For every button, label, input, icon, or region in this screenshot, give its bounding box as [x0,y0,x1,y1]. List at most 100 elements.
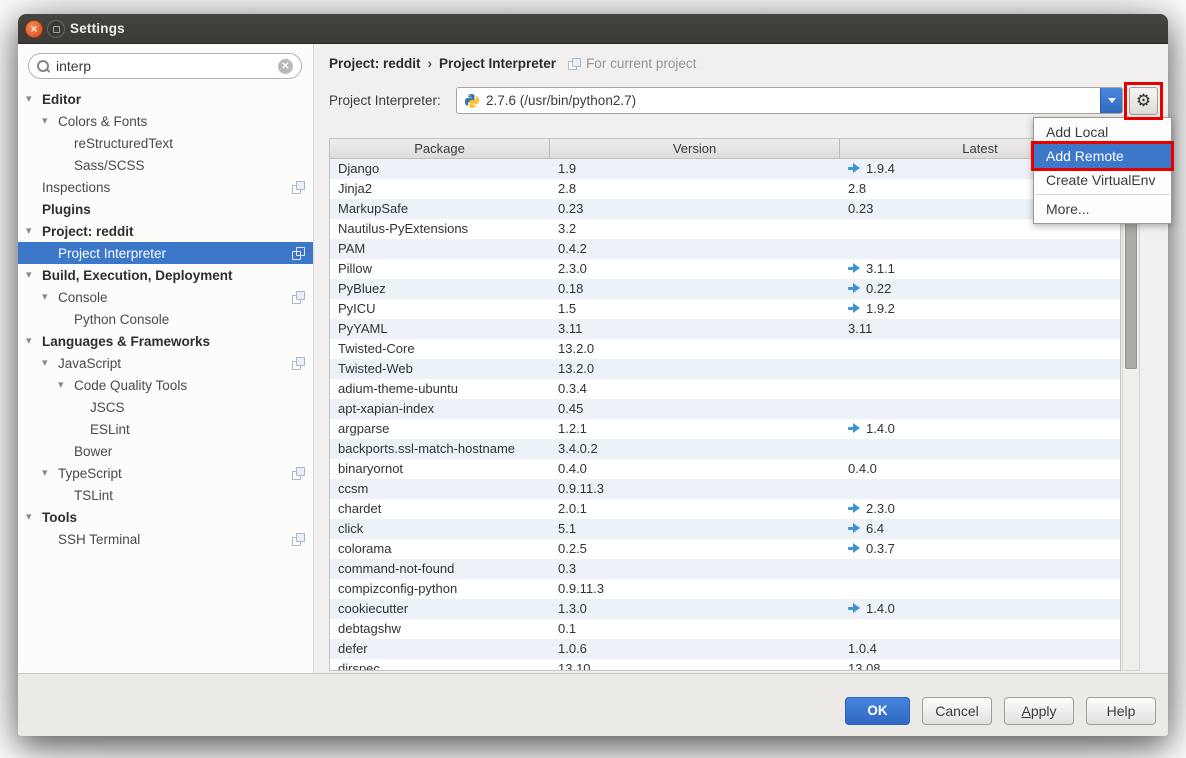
sidebar-item-python-console[interactable]: Python Console [18,308,313,330]
table-row[interactable]: click5.16.4 [330,519,1120,539]
breadcrumb-page: Project Interpreter [439,56,556,71]
table-row[interactable]: argparse1.2.11.4.0 [330,419,1120,439]
sidebar-item-bower[interactable]: Bower [18,440,313,462]
interpreter-dropdown-button[interactable] [1100,87,1123,114]
latest-cell [840,439,1120,459]
close-button[interactable]: × [25,20,43,38]
table-row[interactable]: PyICU1.51.9.2 [330,299,1120,319]
menu-item-add-local[interactable]: Add Local [1034,120,1171,144]
sidebar-item-project-reddit[interactable]: ▾Project: reddit [18,220,313,242]
sidebar-item-editor[interactable]: ▾Editor [18,88,313,110]
copy-settings-icon [292,467,304,479]
table-body: Django1.91.9.4Jinja22.82.8MarkupSafe0.23… [330,159,1120,671]
sidebar-item-code-quality-tools[interactable]: ▾Code Quality Tools [18,374,313,396]
table-row[interactable]: MarkupSafe0.230.23 [330,199,1120,219]
sidebar-item-console[interactable]: ▾Console [18,286,313,308]
sidebar-item-build-execution-deployment[interactable]: ▾Build, Execution, Deployment [18,264,313,286]
table-row[interactable]: Twisted-Core13.2.0 [330,339,1120,359]
version-cell: 0.2.5 [550,539,840,559]
table-row[interactable]: debtagshw0.1 [330,619,1120,639]
sidebar-item-typescript[interactable]: ▾TypeScript [18,462,313,484]
table-row[interactable]: dirspec13.1013.08 [330,659,1120,671]
table-row[interactable]: chardet2.0.12.3.0 [330,499,1120,519]
sidebar-item-label: Inspections [42,180,110,195]
column-header-package[interactable]: Package [330,139,550,158]
table-row[interactable]: Django1.91.9.4 [330,159,1120,179]
clear-search-icon[interactable]: ✕ [278,59,293,74]
expand-arrow-icon[interactable]: ▾ [26,220,42,242]
packages-table[interactable]: PackageVersionLatest Django1.91.9.4Jinja… [329,138,1121,671]
sidebar-item-languages-frameworks[interactable]: ▾Languages & Frameworks [18,330,313,352]
sidebar-item-tslint[interactable]: TSLint [18,484,313,506]
sidebar-item-label: Build, Execution, Deployment [42,268,233,283]
menu-item-create-virtualenv[interactable]: Create VirtualEnv [1034,168,1171,192]
table-row[interactable]: Jinja22.82.8 [330,179,1120,199]
sidebar-item-project-interpreter[interactable]: Project Interpreter [18,242,313,264]
latest-cell [840,619,1120,639]
sidebar-item-colors-fonts[interactable]: ▾Colors & Fonts [18,110,313,132]
interpreter-combobox[interactable]: 2.7.6 (/usr/bin/python2.7) [456,87,1123,114]
expand-arrow-icon[interactable]: ▾ [42,286,58,308]
sidebar-item-plugins[interactable]: Plugins [18,198,313,220]
sidebar-item-tools[interactable]: ▾Tools [18,506,313,528]
sidebar-item-ssh-terminal[interactable]: SSH Terminal [18,528,313,550]
expand-arrow-icon[interactable]: ▾ [58,374,74,396]
version-cell: 13.2.0 [550,339,840,359]
title-bar[interactable]: × Settings [18,14,1168,44]
table-row[interactable]: apt-xapian-index0.45 [330,399,1120,419]
table-row[interactable]: backports.ssl-match-hostname3.4.0.2 [330,439,1120,459]
table-row[interactable]: compizconfig-python0.9.11.3 [330,579,1120,599]
gear-button[interactable]: ⚙ [1129,87,1158,115]
sidebar-item-jscs[interactable]: JSCS [18,396,313,418]
expand-arrow-icon[interactable]: ▾ [26,330,42,352]
expand-arrow-icon[interactable]: ▾ [42,110,58,132]
sidebar-item-restructuredtext[interactable]: reStructuredText [18,132,313,154]
table-row[interactable]: command-not-found0.3 [330,559,1120,579]
latest-cell [840,339,1120,359]
table-row[interactable]: Pillow2.3.03.1.1 [330,259,1120,279]
table-row[interactable]: cookiecutter1.3.01.4.0 [330,599,1120,619]
sidebar-item-sass-scss[interactable]: Sass/SCSS [18,154,313,176]
expand-arrow-icon[interactable]: ▾ [42,462,58,484]
expand-arrow-icon[interactable]: ▾ [42,352,58,374]
table-row[interactable]: defer1.0.61.0.4 [330,639,1120,659]
sidebar-item-inspections[interactable]: Inspections [18,176,313,198]
python-icon [464,93,480,109]
menu-item-more[interactable]: More... [1034,197,1171,221]
table-row[interactable]: ccsm0.9.11.3 [330,479,1120,499]
expand-arrow-icon[interactable]: ▾ [26,506,42,528]
upgrade-arrow-icon [848,283,861,293]
package-cell: apt-xapian-index [330,399,550,419]
table-row[interactable]: PyBluez0.180.22 [330,279,1120,299]
sidebar-item-javascript[interactable]: ▾JavaScript [18,352,313,374]
apply-button[interactable]: Apply [1004,697,1074,725]
column-header-version[interactable]: Version [550,139,840,158]
latest-cell: 0.22 [840,279,1120,299]
table-row[interactable]: PyYAML3.113.11 [330,319,1120,339]
maximize-button[interactable] [47,20,65,38]
package-cell: Nautilus-PyExtensions [330,219,550,239]
interpreter-label: Project Interpreter: [329,93,441,108]
window-title: Settings [70,14,125,43]
ok-button[interactable]: OK [845,697,910,725]
latest-cell [840,559,1120,579]
latest-cell: 13.08 [840,659,1120,671]
settings-search-box[interactable]: ✕ [28,53,302,79]
version-cell: 3.11 [550,319,840,339]
help-button[interactable]: Help [1086,697,1156,725]
table-row[interactable]: adium-theme-ubuntu0.3.4 [330,379,1120,399]
table-row[interactable]: Twisted-Web13.2.0 [330,359,1120,379]
table-row[interactable]: colorama0.2.50.3.7 [330,539,1120,559]
expand-arrow-icon[interactable]: ▾ [26,88,42,110]
table-row[interactable]: Nautilus-PyExtensions3.2 [330,219,1120,239]
sidebar-item-eslint[interactable]: ESLint [18,418,313,440]
table-row[interactable]: binaryornot0.4.00.4.0 [330,459,1120,479]
sidebar-item-label: JavaScript [58,356,121,371]
search-input[interactable] [50,58,278,74]
table-header: PackageVersionLatest [330,139,1120,159]
package-cell: adium-theme-ubuntu [330,379,550,399]
cancel-button[interactable]: Cancel [922,697,992,725]
expand-arrow-icon[interactable]: ▾ [26,264,42,286]
menu-item-add-remote[interactable]: Add Remote [1034,144,1171,168]
table-row[interactable]: PAM0.4.2 [330,239,1120,259]
